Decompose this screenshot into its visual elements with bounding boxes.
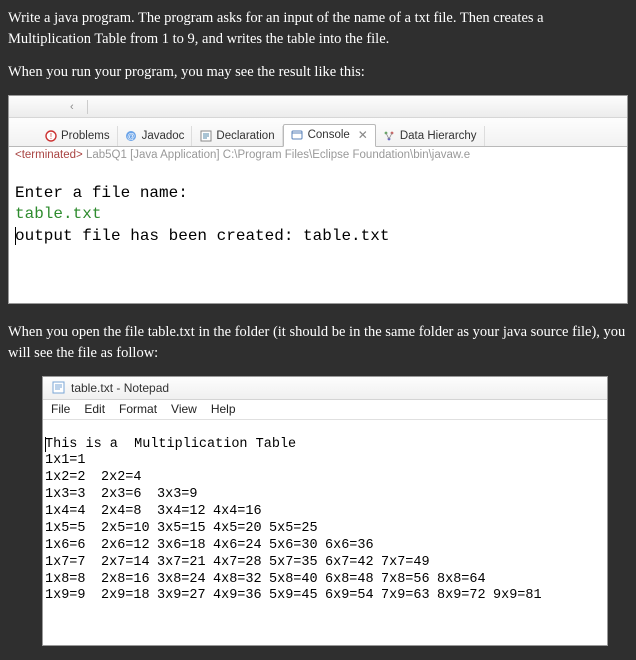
- table-cell: 5x9=45: [269, 588, 325, 605]
- table-cell: 7x9=63: [381, 588, 437, 605]
- instruction-text-3: When you open the file table.txt in the …: [8, 322, 628, 364]
- table-cell: 2x5=10: [101, 521, 157, 538]
- tab-label: Javadoc: [142, 130, 185, 142]
- table-cell: 2x6=12: [101, 538, 157, 555]
- table-row: 1x7=72x7=143x7=214x7=285x7=356x7=427x7=4…: [45, 555, 601, 572]
- problems-icon: !: [44, 129, 57, 142]
- status-rest: Lab5Q1 [Java Application] C:\Program Fil…: [83, 149, 470, 161]
- table-cell: 5x6=30: [269, 538, 325, 555]
- file-line-header: This is a Multiplication Table: [45, 437, 601, 454]
- tab-label: Data Hierarchy: [400, 130, 477, 142]
- table-cell: 6x9=54: [325, 588, 381, 605]
- instruction-text-1: Write a java program. The program asks f…: [8, 8, 628, 50]
- tab-label: Problems: [61, 130, 110, 142]
- table-cell: 3x3=9: [157, 487, 213, 504]
- tab-javadoc[interactable]: @ Javadoc: [118, 126, 193, 146]
- table-cell: 1x3=3: [45, 487, 101, 504]
- table-cell: 3x6=18: [157, 538, 213, 555]
- table-cell: 4x9=36: [213, 588, 269, 605]
- table-cell: 9x9=81: [493, 588, 549, 605]
- console-status: <terminated> Lab5Q1 [Java Application] C…: [9, 147, 627, 161]
- menu-edit[interactable]: Edit: [84, 402, 105, 416]
- tab-console[interactable]: Console ✕: [283, 124, 376, 147]
- table-row: 1x9=92x9=183x9=274x9=365x9=456x9=547x9=6…: [45, 588, 601, 605]
- notepad-content[interactable]: This is a Multiplication Table1x1=11x2=2…: [43, 420, 607, 645]
- console-line-input: table.txt: [15, 204, 621, 226]
- notepad-title-text: table.txt - Notepad: [71, 381, 169, 395]
- table-cell: 2x9=18: [101, 588, 157, 605]
- console-icon: [291, 129, 304, 142]
- tab-problems[interactable]: ! Problems: [37, 126, 118, 146]
- table-row: 1x1=1: [45, 453, 601, 470]
- table-cell: 3x4=12: [157, 504, 213, 521]
- back-button[interactable]: ‹: [65, 98, 79, 116]
- tab-declaration[interactable]: Declaration: [192, 126, 282, 146]
- declaration-icon: [199, 129, 212, 142]
- table-cell: 1x1=1: [45, 453, 101, 470]
- table-cell: 4x5=20: [213, 521, 269, 538]
- table-cell: 2x7=14: [101, 555, 157, 572]
- table-cell: 3x5=15: [157, 521, 213, 538]
- table-cell: 1x6=6: [45, 538, 101, 555]
- table-cell: 2x3=6: [101, 487, 157, 504]
- console-line: output file has been created: table.txt: [15, 226, 621, 248]
- table-cell: 1x5=5: [45, 521, 101, 538]
- table-row: 1x4=42x4=83x4=124x4=16: [45, 504, 601, 521]
- table-cell: 4x6=24: [213, 538, 269, 555]
- tab-label: Console: [308, 129, 350, 141]
- table-cell: 1x2=2: [45, 470, 101, 487]
- menu-view[interactable]: View: [171, 402, 197, 416]
- hierarchy-icon: [383, 129, 396, 142]
- table-cell: 4x4=16: [213, 504, 269, 521]
- console-line: Enter a file name:: [15, 183, 621, 205]
- menu-help[interactable]: Help: [211, 402, 236, 416]
- table-cell: 6x8=48: [325, 572, 381, 589]
- table-cell: 1x9=9: [45, 588, 101, 605]
- table-row: 1x2=22x2=4: [45, 470, 601, 487]
- table-cell: 6x7=42: [325, 555, 381, 572]
- tab-data-hierarchy[interactable]: Data Hierarchy: [376, 126, 485, 146]
- table-cell: 8x9=72: [437, 588, 493, 605]
- table-cell: 3x7=21: [157, 555, 213, 572]
- table-cell: 5x7=35: [269, 555, 325, 572]
- svg-text:@: @: [127, 132, 135, 141]
- table-cell: 2x8=16: [101, 572, 157, 589]
- table-cell: 1x4=4: [45, 504, 101, 521]
- table-cell: 6x6=36: [325, 538, 381, 555]
- javadoc-icon: @: [125, 129, 138, 142]
- toolbar-divider: [87, 100, 88, 114]
- notepad-icon: [51, 381, 65, 395]
- table-row: 1x6=62x6=123x6=184x6=245x6=306x6=36: [45, 538, 601, 555]
- table-row: 1x5=52x5=103x5=154x5=205x5=25: [45, 521, 601, 538]
- table-cell: 4x8=32: [213, 572, 269, 589]
- table-cell: 7x7=49: [381, 555, 437, 572]
- svg-text:!: !: [49, 132, 51, 141]
- table-cell: 1x7=7: [45, 555, 101, 572]
- table-cell: 8x8=64: [437, 572, 493, 589]
- console-output: Enter a file name:table.txtoutput file h…: [9, 161, 627, 303]
- table-cell: 2x4=8: [101, 504, 157, 521]
- table-cell: 5x5=25: [269, 521, 325, 538]
- table-cell: 3x8=24: [157, 572, 213, 589]
- table-row: 1x3=32x3=63x3=9: [45, 487, 601, 504]
- table-cell: 7x8=56: [381, 572, 437, 589]
- table-row: 1x8=82x8=163x8=244x8=325x8=406x8=487x8=5…: [45, 572, 601, 589]
- table-cell: 1x8=8: [45, 572, 101, 589]
- tab-label: Declaration: [216, 130, 274, 142]
- instruction-text-2: When you run your program, you may see t…: [8, 62, 628, 83]
- terminated-label: <terminated>: [15, 149, 83, 161]
- notepad-window: table.txt - Notepad File Edit Format Vie…: [42, 376, 608, 646]
- menu-format[interactable]: Format: [119, 402, 157, 416]
- table-cell: 5x8=40: [269, 572, 325, 589]
- eclipse-toolbar: ‹: [9, 96, 627, 118]
- notepad-menu: File Edit Format View Help: [43, 400, 607, 420]
- close-icon[interactable]: ✕: [358, 128, 368, 142]
- notepad-titlebar: table.txt - Notepad: [43, 377, 607, 400]
- menu-file[interactable]: File: [51, 402, 70, 416]
- table-cell: 4x7=28: [213, 555, 269, 572]
- table-cell: 3x9=27: [157, 588, 213, 605]
- eclipse-tabs: ! Problems @ Javadoc Declaration: [9, 118, 627, 147]
- table-cell: 2x2=4: [101, 470, 157, 487]
- eclipse-console-panel: ‹ ! Problems @ Javadoc Declaration: [8, 95, 628, 304]
